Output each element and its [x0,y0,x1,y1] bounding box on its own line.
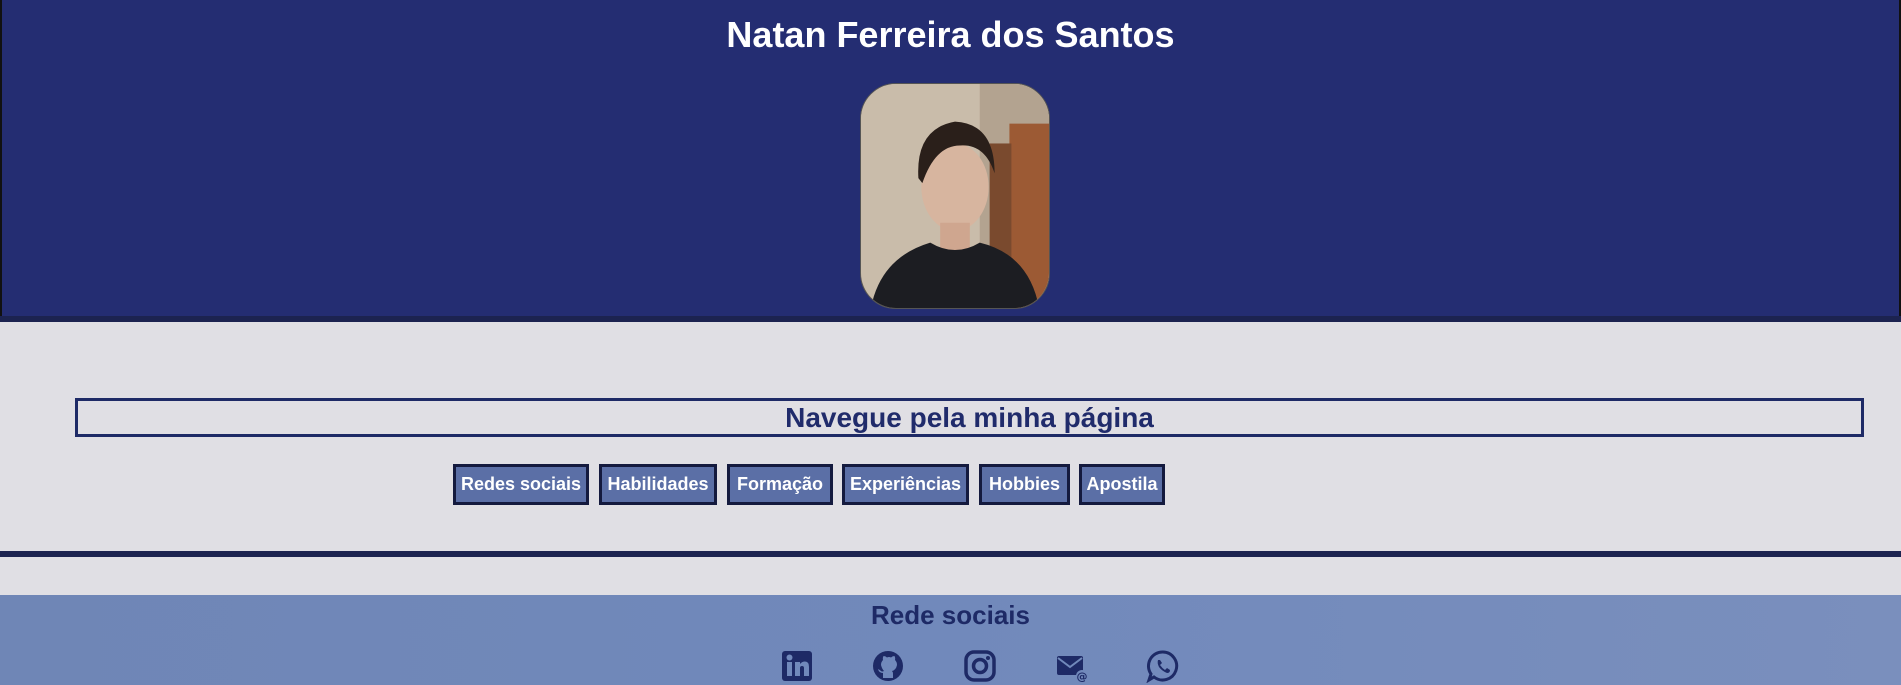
email-icon[interactable]: @ [1055,649,1089,683]
social-title: Rede sociais [871,600,1030,630]
linkedin-icon[interactable] [780,649,814,683]
nav-button-experiencias[interactable]: Experiências [842,464,969,505]
profile-photo [860,83,1050,309]
nav-button-formacao[interactable]: Formação [727,464,833,505]
instagram-icon[interactable] [963,649,997,683]
nav-buttons: Redes sociais Habilidades Formação Exper… [0,464,1901,505]
nav-title-box: Navegue pela minha página [75,398,1864,437]
whatsapp-icon[interactable] [1146,649,1180,683]
nav-button-hobbies[interactable]: Hobbies [979,464,1070,505]
nav-button-redes-sociais[interactable]: Redes sociais [453,464,589,505]
header: Natan Ferreira dos Santos [0,0,1901,316]
page-title: Natan Ferreira dos Santos [726,14,1175,55]
nav-button-apostila[interactable]: Apostila [1079,464,1165,505]
nav-title: Navegue pela minha página [785,402,1154,433]
header-divider [0,316,1901,322]
nav-button-habilidades[interactable]: Habilidades [599,464,717,505]
svg-text:@: @ [1077,670,1088,683]
github-icon[interactable] [871,649,905,683]
section-divider [0,551,1901,557]
